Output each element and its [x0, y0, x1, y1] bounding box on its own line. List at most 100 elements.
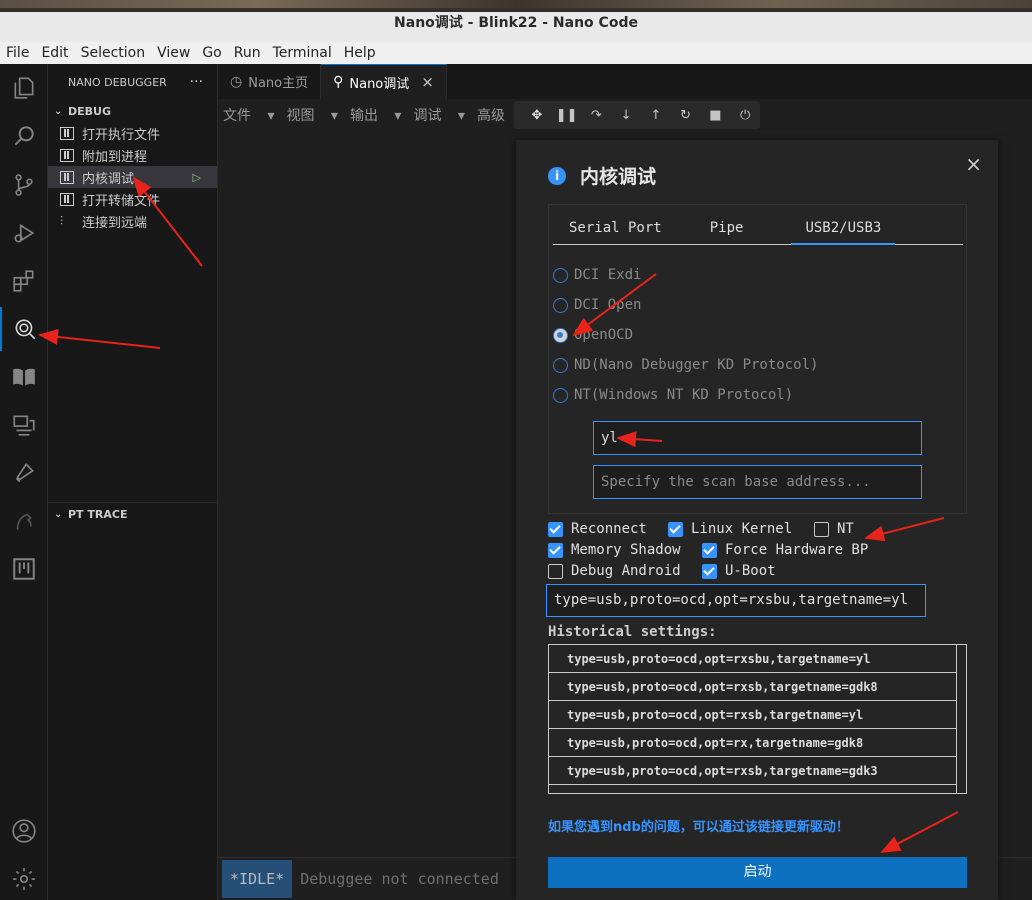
- list-item[interactable]: type=usb,proto=ocd,opt=rxsbu,targetname=…: [549, 645, 957, 673]
- book-icon[interactable]: [0, 355, 48, 399]
- pt-trace-section-header[interactable]: ⌄ PT TRACE: [48, 503, 127, 525]
- chevron-down-icon: ⌄: [54, 105, 63, 117]
- close-icon[interactable]: ×: [965, 152, 982, 176]
- force-hardware-bp-checkbox[interactable]: Force Hardware BP: [702, 542, 868, 558]
- debug-android-checkbox[interactable]: Debug Android: [548, 563, 681, 579]
- remote-icon[interactable]: [0, 403, 48, 447]
- menu-file[interactable]: File: [6, 45, 29, 61]
- source-control-icon[interactable]: [0, 163, 48, 207]
- step-out-icon[interactable]: ↑: [641, 108, 671, 123]
- run-debug-icon[interactable]: [0, 211, 48, 255]
- settings-icon[interactable]: [0, 857, 48, 900]
- run-icon[interactable]: ▷: [193, 171, 201, 184]
- radio-button[interactable]: [553, 327, 568, 343]
- radio-button[interactable]: [553, 267, 568, 283]
- radio-nt[interactable]: NT(Windows NT KD Protocol): [553, 387, 793, 403]
- start-button[interactable]: 启动: [548, 857, 967, 888]
- debugger-status: *IDLE* Debuggee not connected: [222, 859, 499, 899]
- debug-section-header[interactable]: ⌄ DEBUG: [48, 100, 217, 122]
- radio-dci-open[interactable]: DCI Open: [553, 297, 641, 313]
- menu-terminal[interactable]: Terminal: [273, 45, 332, 61]
- step-into-icon[interactable]: ↓: [611, 108, 641, 123]
- pause-icon[interactable]: ❚❚: [552, 108, 582, 123]
- bell-icon[interactable]: [0, 451, 48, 495]
- reconnect-checkbox[interactable]: Reconnect: [548, 521, 647, 537]
- list-item[interactable]: type=usb,proto=ocd,opt=rx,targetname=gdk…: [549, 729, 957, 757]
- checkbox-label: Debug Android: [571, 563, 681, 579]
- menu-file-cn[interactable]: 文件 ▾: [223, 105, 274, 125]
- account-icon[interactable]: [0, 809, 48, 853]
- extensions-icon[interactable]: [0, 259, 48, 303]
- sidebar-item-connect-remote[interactable]: ⫶ 连接到远端: [48, 210, 217, 232]
- drag-handle-icon[interactable]: ✥: [522, 108, 552, 123]
- menu-go[interactable]: Go: [202, 45, 221, 61]
- more-actions-icon[interactable]: ···: [190, 74, 203, 90]
- radio-label: DCI Exdi: [574, 267, 642, 283]
- explorer-icon[interactable]: [0, 66, 48, 110]
- sidebar: NANO DEBUGGER ··· ⌄ DEBUG 打开执行文件 附加到进程 内…: [48, 64, 218, 900]
- radio-nd[interactable]: ND(Nano Debugger KD Protocol): [553, 357, 818, 373]
- sidebar-item-open-executable[interactable]: 打开执行文件: [48, 122, 217, 144]
- menu-output-cn[interactable]: 输出 ▾: [350, 105, 401, 125]
- radio-button[interactable]: [553, 357, 568, 373]
- board-icon[interactable]: [0, 547, 48, 591]
- step-over-icon[interactable]: ↷: [582, 108, 612, 123]
- menu-view-cn[interactable]: 视图 ▾: [286, 105, 337, 125]
- disconnect-icon[interactable]: ⏻: [730, 108, 760, 123]
- horse-icon[interactable]: [0, 499, 48, 543]
- connection-tabs-panel: Serial Port Pipe USB2/USB3 DCI Exdi DCI …: [548, 204, 967, 514]
- nt-checkbox[interactable]: NT: [814, 521, 854, 537]
- driver-update-link[interactable]: 如果您遇到ndb的问题，可以通过该链接更新驱动！: [548, 816, 849, 835]
- radio-button[interactable]: [553, 387, 568, 403]
- menu-view[interactable]: View: [157, 45, 190, 61]
- menu-debug-cn[interactable]: 调试 ▾: [413, 105, 464, 125]
- checkbox[interactable]: [548, 521, 563, 537]
- sidebar-item-label: 打开转储文件: [82, 193, 161, 209]
- list-item[interactable]: type=usb,proto=ocd,opt=rxsb,targetname=y…: [549, 701, 957, 729]
- info-icon: i: [548, 166, 566, 185]
- stop-icon[interactable]: ■: [701, 108, 731, 123]
- menu-help[interactable]: Help: [344, 45, 376, 61]
- tab-usb[interactable]: USB2/USB3: [791, 213, 896, 245]
- checkbox[interactable]: [702, 563, 717, 579]
- sidebar-item-kernel-debug[interactable]: 内核调试 ▷: [48, 166, 217, 188]
- checkbox[interactable]: [814, 521, 829, 537]
- kernel-debug-dialog: × i 内核调试 Serial Port Pipe USB2/USB3 DCI …: [516, 140, 998, 900]
- tab-nano-debug[interactable]: ⚲ Nano调试 ×: [321, 64, 447, 99]
- list-item[interactable]: type=usb,proto=ocd,opt=rxsb,targetname=g…: [549, 757, 957, 785]
- memory-shadow-checkbox[interactable]: Memory Shadow: [548, 542, 681, 558]
- linux-kernel-checkbox[interactable]: Linux Kernel: [668, 521, 792, 537]
- uboot-checkbox[interactable]: U-Boot: [702, 563, 776, 579]
- checkbox-label: NT: [837, 521, 854, 537]
- board-icon: [60, 148, 74, 162]
- target-name-input[interactable]: yl: [593, 421, 922, 455]
- menu-run[interactable]: Run: [234, 45, 261, 61]
- board-icon: [60, 126, 74, 140]
- scrollbar[interactable]: [956, 645, 966, 793]
- radio-dci-exdi[interactable]: DCI Exdi: [553, 267, 641, 283]
- list-item[interactable]: type=usb,proto=ocd,opt=rxsb,targetname=g…: [549, 785, 957, 793]
- nano-debugger-icon[interactable]: [0, 307, 48, 351]
- connection-string-input[interactable]: type=usb,proto=ocd,opt=rxsbu,targetname=…: [546, 584, 926, 617]
- menu-edit[interactable]: Edit: [41, 45, 68, 61]
- restart-icon[interactable]: ↻: [671, 108, 701, 123]
- chevron-down-icon: ⌄: [54, 508, 63, 520]
- close-icon[interactable]: ×: [421, 73, 434, 91]
- list-item[interactable]: type=usb,proto=ocd,opt=rxsb,targetname=g…: [549, 673, 957, 701]
- tab-pipe[interactable]: Pipe: [710, 213, 744, 245]
- search-icon[interactable]: [0, 114, 48, 158]
- sidebar-item-open-dump[interactable]: 打开转储文件: [48, 188, 217, 210]
- checkbox[interactable]: [668, 521, 683, 537]
- sliders-icon: ⫶: [60, 213, 64, 228]
- menu-selection[interactable]: Selection: [81, 45, 146, 61]
- checkbox[interactable]: [702, 542, 717, 558]
- scan-base-address-input[interactable]: Specify the scan base address...: [593, 465, 922, 499]
- history-list[interactable]: type=usb,proto=ocd,opt=rxsbu,targetname=…: [548, 644, 967, 794]
- tab-nano-home[interactable]: ◷ Nano主页: [218, 64, 322, 99]
- radio-openocd[interactable]: OpenOCD: [553, 327, 633, 343]
- radio-button[interactable]: [553, 297, 568, 313]
- sidebar-item-attach-process[interactable]: 附加到进程: [48, 144, 217, 166]
- tab-serial-port[interactable]: Serial Port: [569, 213, 662, 245]
- checkbox[interactable]: [548, 563, 563, 579]
- checkbox[interactable]: [548, 542, 563, 558]
